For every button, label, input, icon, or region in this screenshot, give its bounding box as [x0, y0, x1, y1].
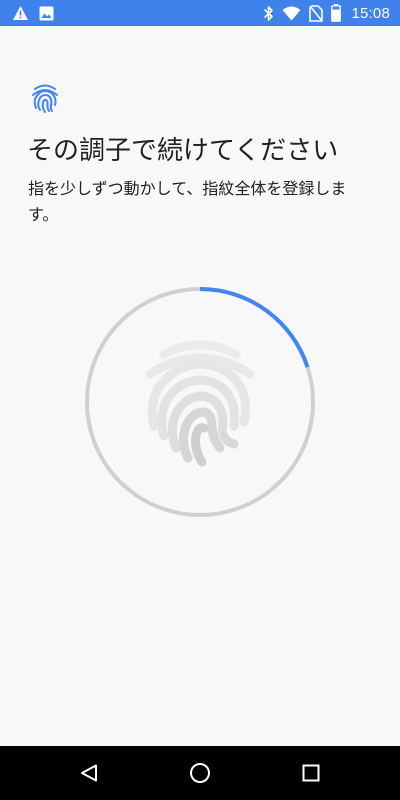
- status-bar-time: 15:08: [351, 4, 390, 22]
- home-button[interactable]: [170, 746, 230, 800]
- back-icon: [81, 764, 97, 782]
- warning-icon: [13, 6, 28, 20]
- battery-icon: [331, 4, 342, 22]
- home-icon: [190, 763, 210, 783]
- wifi-icon: [282, 6, 301, 20]
- recents-button[interactable]: [281, 746, 341, 800]
- recents-icon: [302, 764, 320, 782]
- enrollment-screen: 15:08 その調子で続けてください 指を少しずつ動かして、指紋全体を登録します…: [0, 0, 400, 800]
- page-description: 指を少しずつ動かして、指紋全体を登録します。: [28, 179, 347, 224]
- enrollment-progress: [84, 286, 316, 518]
- no-sim-icon: [309, 4, 324, 22]
- navigation-bar: [0, 746, 400, 800]
- status-bar: 15:08: [0, 0, 400, 26]
- back-button[interactable]: [59, 746, 119, 800]
- fingerprint-icon: [32, 84, 58, 113]
- bluetooth-icon: [264, 5, 274, 21]
- progress-ring: [85, 287, 315, 517]
- fingerprint-icon: [145, 340, 255, 467]
- image-icon: [39, 6, 54, 20]
- status-bar-notifications: [12, 4, 54, 22]
- status-bar-system-icons: 15:08: [263, 3, 390, 23]
- page-title: その調子で続けてください: [27, 136, 339, 166]
